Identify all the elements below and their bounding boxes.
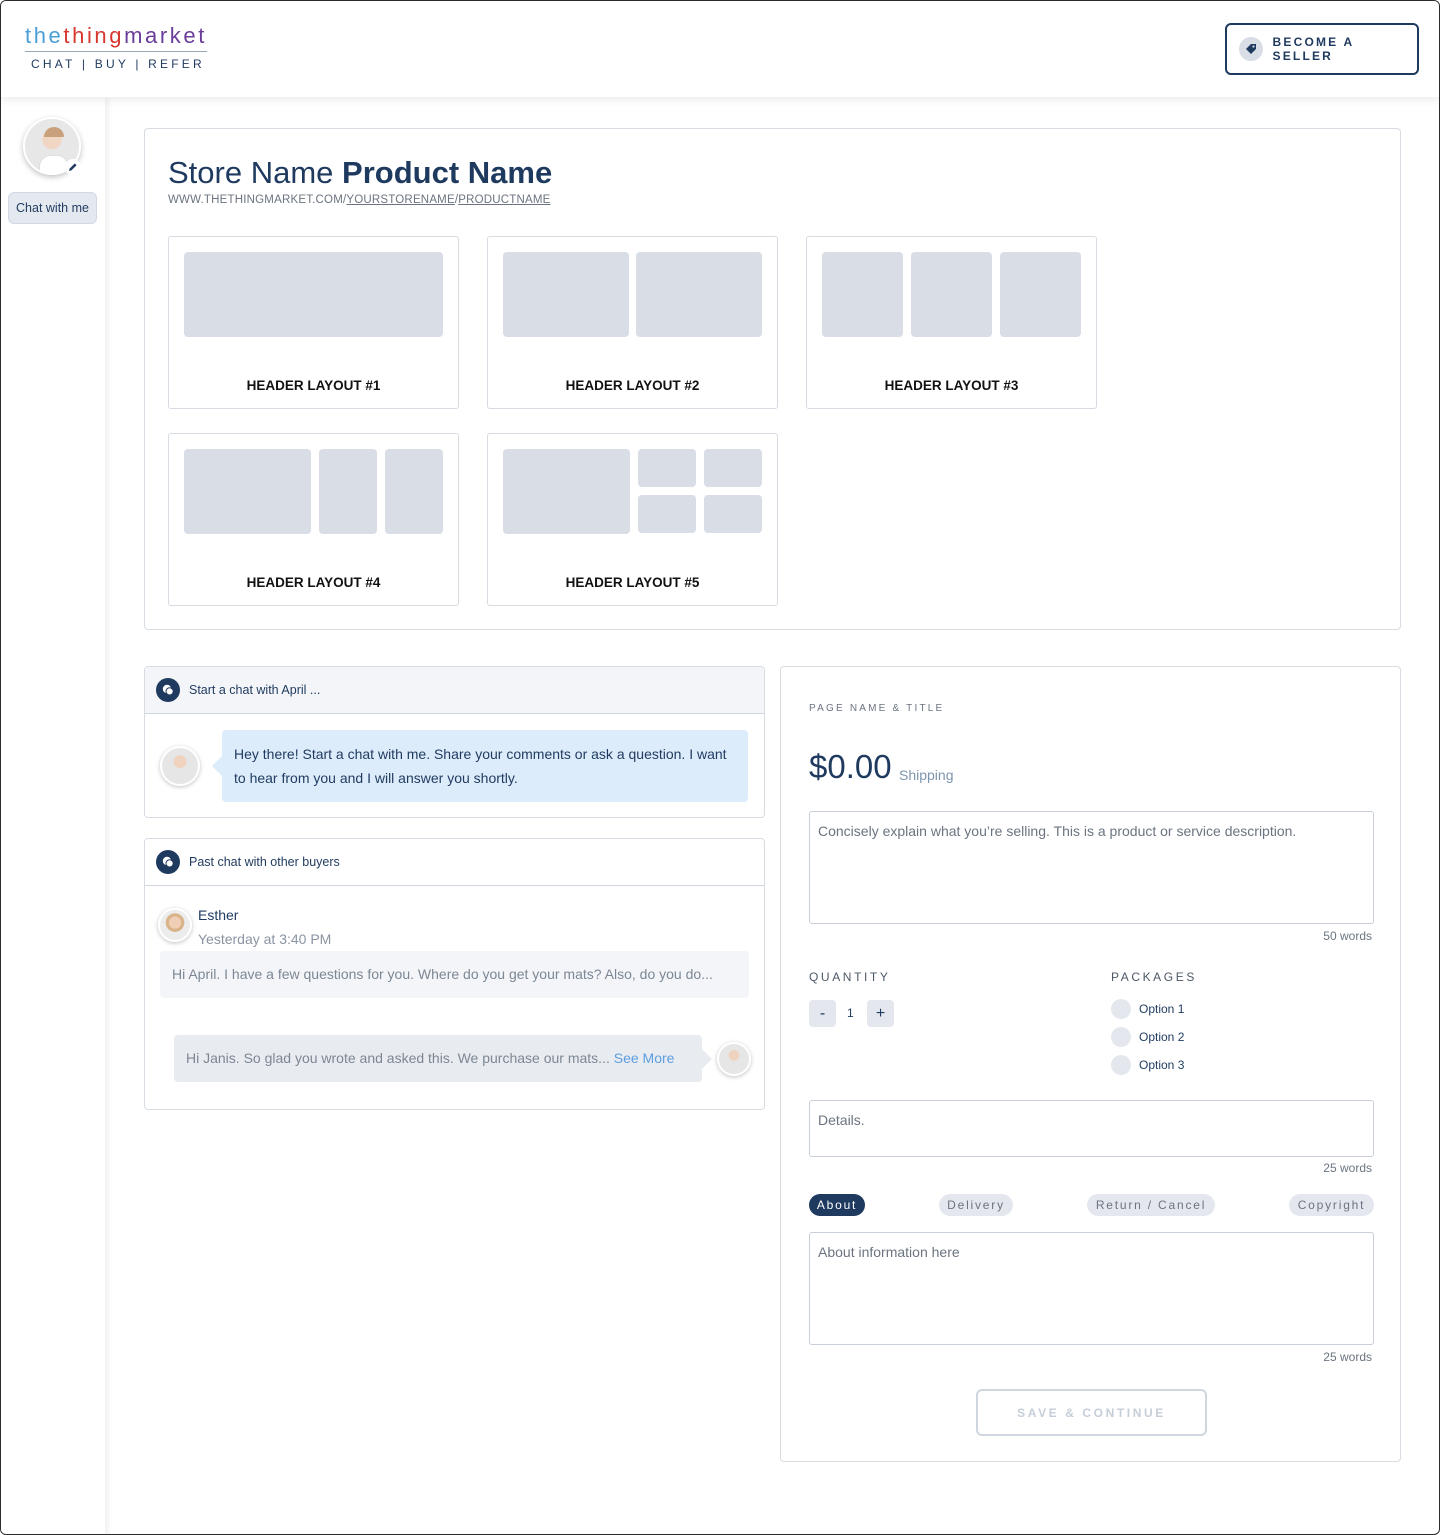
page-title: Store Name Product Name bbox=[168, 155, 552, 191]
layout-placeholder bbox=[636, 252, 762, 337]
header-layout-label: HEADER LAYOUT #2 bbox=[565, 378, 700, 393]
header-layouts-panel: Store Name Product Name WWW.THETHINGMARK… bbox=[144, 128, 1401, 630]
seller-reply: Hi Janis. So glad you wrote and asked th… bbox=[174, 1035, 712, 1082]
header-layout-2-card[interactable]: HEADER LAYOUT #2 bbox=[487, 236, 778, 409]
logo[interactable]: thethingmarket CHAT | BUY | REFER bbox=[25, 23, 213, 71]
logo-wordmark: thethingmarket bbox=[25, 23, 207, 52]
app-frame: thethingmarket CHAT | BUY | REFER BECOME… bbox=[0, 0, 1440, 1535]
packages-label: PACKAGES bbox=[1111, 970, 1197, 984]
quantity-decrement-button[interactable]: - bbox=[809, 1000, 836, 1027]
buyer-name: Esther bbox=[198, 907, 239, 923]
layout-placeholder bbox=[385, 449, 443, 534]
avatar bbox=[158, 908, 192, 942]
chat-bubble-icon bbox=[156, 850, 180, 874]
details-word-count: 25 words bbox=[1323, 1161, 1372, 1175]
tab-delivery[interactable]: Delivery bbox=[939, 1194, 1013, 1216]
about-word-count: 25 words bbox=[1323, 1350, 1372, 1364]
layout-placeholder bbox=[822, 252, 903, 337]
seller-reply-text: Hi Janis. So glad you wrote and asked th… bbox=[186, 1050, 610, 1066]
become-seller-label: BECOME A SELLER bbox=[1272, 35, 1354, 63]
product-name: Product Name bbox=[342, 155, 553, 190]
page-name-label: PAGE NAME & TITLE bbox=[809, 703, 945, 714]
package-option-label: Option 2 bbox=[1139, 1030, 1185, 1044]
start-chat-title: Start a chat with April ... bbox=[189, 683, 321, 697]
radio-button[interactable] bbox=[1111, 1055, 1131, 1075]
layout-placeholder bbox=[704, 449, 762, 487]
top-bar: thethingmarket CHAT | BUY | REFER BECOME… bbox=[1, 1, 1439, 97]
header-layout-label: HEADER LAYOUT #1 bbox=[246, 378, 381, 393]
tab-return-cancel[interactable]: Return / Cancel bbox=[1087, 1194, 1215, 1216]
layout-placeholder bbox=[638, 495, 696, 533]
see-more-link[interactable]: See More bbox=[614, 1050, 675, 1066]
description-field[interactable]: Concisely explain what you’re selling. T… bbox=[809, 811, 1374, 924]
layout-placeholder bbox=[911, 252, 992, 337]
store-url: WWW.THETHINGMARKET.COM/YOURSTORENAME/PRO… bbox=[168, 194, 551, 206]
welcome-message: Hey there! Start a chat with me. Share y… bbox=[212, 730, 748, 802]
start-chat-panel: Start a chat with April ... Hey there! S… bbox=[144, 666, 765, 818]
logo-part-thing: thing bbox=[63, 23, 125, 48]
radio-button[interactable] bbox=[1111, 999, 1131, 1019]
url-store-link[interactable]: YOURSTORENAME bbox=[346, 194, 454, 206]
quantity-value[interactable]: 1 bbox=[847, 1006, 854, 1020]
avatar bbox=[717, 1042, 751, 1076]
quantity-label: QUANTITY bbox=[809, 970, 891, 984]
become-seller-button[interactable]: BECOME A SELLER bbox=[1225, 23, 1419, 75]
package-option-label: Option 3 bbox=[1139, 1058, 1185, 1072]
header-layout-4-card[interactable]: HEADER LAYOUT #4 bbox=[168, 433, 459, 606]
logo-part-the: the bbox=[25, 23, 64, 48]
package-option-3[interactable]: Option 3 bbox=[1111, 1055, 1184, 1075]
details-field[interactable]: Details. bbox=[809, 1100, 1374, 1157]
start-chat-header[interactable]: Start a chat with April ... bbox=[145, 667, 764, 714]
about-field[interactable]: About information here bbox=[809, 1232, 1374, 1345]
past-chat-title: Past chat with other buyers bbox=[189, 855, 340, 869]
avatar-hair bbox=[44, 127, 64, 137]
layout-placeholder bbox=[1000, 252, 1081, 337]
quantity-increment-button[interactable]: + bbox=[867, 1000, 894, 1027]
header-layout-label: HEADER LAYOUT #3 bbox=[884, 378, 1019, 393]
url-product-link[interactable]: PRODUCTNAME bbox=[458, 194, 550, 206]
header-layout-label: HEADER LAYOUT #5 bbox=[565, 575, 700, 590]
layout-placeholder bbox=[638, 449, 696, 487]
layout-placeholder bbox=[503, 252, 629, 337]
description-word-count: 50 words bbox=[1323, 929, 1372, 943]
header-layout-5-card[interactable]: HEADER LAYOUT #5 bbox=[487, 433, 778, 606]
header-layout-label: HEADER LAYOUT #4 bbox=[246, 575, 381, 590]
logo-part-market: market bbox=[124, 23, 207, 48]
package-option-2[interactable]: Option 2 bbox=[1111, 1027, 1184, 1047]
package-option-1[interactable]: Option 1 bbox=[1111, 999, 1184, 1019]
price-value[interactable]: $0.00 bbox=[809, 748, 892, 786]
header-layout-1-card[interactable]: HEADER LAYOUT #1 bbox=[168, 236, 459, 409]
tab-about[interactable]: About bbox=[809, 1194, 865, 1216]
logo-tagline: CHAT | BUY | REFER bbox=[31, 57, 205, 71]
header-layout-3-card[interactable]: HEADER LAYOUT #3 bbox=[806, 236, 1097, 409]
avatar bbox=[160, 746, 200, 786]
pencil-icon[interactable] bbox=[65, 159, 81, 175]
chat-bubble-icon bbox=[156, 678, 180, 702]
price-tag-icon bbox=[1239, 37, 1263, 61]
shipping-label: Shipping bbox=[899, 767, 954, 783]
layout-placeholder bbox=[319, 449, 377, 534]
package-option-label: Option 1 bbox=[1139, 1002, 1185, 1016]
store-name: Store Name bbox=[168, 155, 334, 190]
save-continue-button[interactable]: SAVE & CONTINUE bbox=[976, 1389, 1207, 1436]
message-timestamp: Yesterday at 3:40 PM bbox=[198, 931, 332, 947]
past-chat-header[interactable]: Past chat with other buyers bbox=[145, 839, 764, 886]
tab-copyright[interactable]: Copyright bbox=[1289, 1194, 1374, 1216]
radio-button[interactable] bbox=[1111, 1027, 1131, 1047]
product-form-panel: PAGE NAME & TITLE $0.00 Shipping Concise… bbox=[780, 666, 1401, 1462]
layout-placeholder bbox=[503, 449, 630, 534]
buyer-message: Hi April. I have a few questions for you… bbox=[160, 951, 749, 998]
layout-placeholder bbox=[184, 449, 311, 534]
url-prefix: WWW.THETHINGMARKET.COM/ bbox=[168, 194, 347, 206]
layout-placeholder bbox=[184, 252, 443, 337]
chat-with-me-button[interactable]: Chat with me bbox=[8, 192, 97, 224]
left-rail: Chat with me bbox=[1, 97, 105, 1534]
past-chat-panel: Past chat with other buyers Esther Yeste… bbox=[144, 838, 765, 1110]
layout-placeholder bbox=[704, 495, 762, 533]
